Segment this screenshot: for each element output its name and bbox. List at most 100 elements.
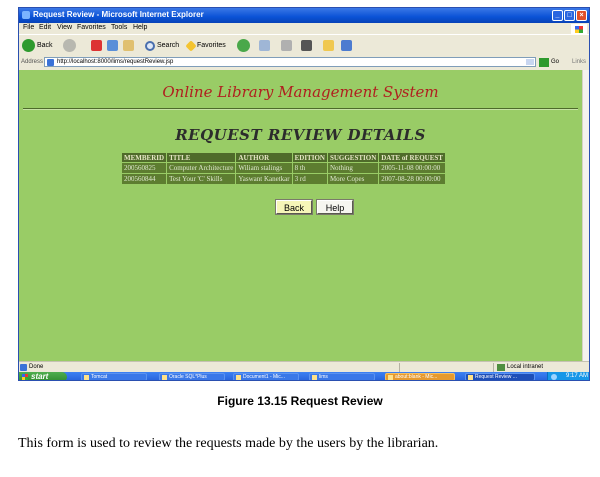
forward-button[interactable] (63, 38, 76, 53)
help-button[interactable]: Help (317, 200, 353, 214)
start-button[interactable]: start (19, 372, 67, 381)
task-sqlplus[interactable]: Oracle SQL*Plus (159, 373, 225, 380)
cell-title: Test Your 'C' Skills (167, 174, 236, 184)
home-button[interactable] (123, 38, 134, 53)
intranet-icon (497, 364, 505, 371)
cell-edition: 3 rd (292, 174, 327, 184)
maximize-button[interactable]: □ (564, 10, 575, 21)
start-label: start (31, 372, 49, 381)
ie-logo-icon (22, 11, 30, 19)
ie-icon (388, 375, 393, 380)
table-row: 200560825 Computer Architecture Wiliam s… (122, 163, 445, 173)
clock: 9:17 AM (565, 373, 588, 379)
back-label: Back (37, 42, 53, 49)
page-icon (47, 59, 54, 66)
cell-title: Computer Architecture (167, 163, 236, 173)
task-label: about:blank - Mic... (395, 374, 438, 380)
task-request-review[interactable]: Request Review ... (465, 373, 535, 380)
menu-view[interactable]: View (57, 24, 72, 31)
go-button[interactable]: Go (539, 57, 569, 67)
toolbar: Back Search Favorites (19, 34, 589, 57)
header-edition: EDITION (292, 153, 327, 162)
page-content: Online Library Management System REQUEST… (19, 70, 582, 361)
cell-memberid: 200560844 (122, 174, 167, 184)
minimize-button[interactable]: _ (552, 10, 563, 21)
task-word[interactable]: Document1 - Mic... (233, 373, 299, 380)
home-icon (123, 40, 134, 51)
word-icon (236, 375, 241, 380)
history-button[interactable] (237, 38, 250, 53)
menu-tools[interactable]: Tools (111, 24, 127, 31)
forward-arrow-icon (63, 39, 76, 52)
mail-icon (259, 40, 270, 51)
stop-button[interactable] (91, 38, 102, 53)
header-memberid: MEMBERID (122, 153, 167, 162)
close-button[interactable]: × (576, 10, 587, 21)
edit-icon (301, 40, 312, 51)
task-label: Tomcat (91, 374, 108, 380)
ie-icon (468, 375, 473, 380)
menu-help[interactable]: Help (133, 24, 147, 31)
tomcat-icon (84, 375, 89, 380)
request-heading: REQUEST REVIEW DETAILS (175, 126, 426, 144)
links-button[interactable]: Links (572, 59, 586, 65)
request-heading-wrap: REQUEST REVIEW DETAILS (19, 126, 582, 145)
cell-suggestion: Nothing (327, 163, 379, 173)
refresh-icon (107, 40, 118, 51)
print-icon (281, 40, 292, 51)
folder-icon (312, 375, 317, 380)
address-dropdown-icon[interactable] (526, 59, 534, 65)
menu-bar: File Edit View Favorites Tools Help (19, 23, 589, 35)
folder-button[interactable] (323, 38, 334, 53)
back-arrow-icon (22, 39, 35, 52)
favorites-button[interactable]: Favorites (185, 38, 226, 53)
header-title: TITLE (167, 153, 236, 162)
task-lims[interactable]: lims (309, 373, 375, 380)
header-suggestion: SUGGESTION (327, 153, 379, 162)
print-button[interactable] (281, 38, 292, 53)
messenger-button[interactable] (341, 38, 352, 53)
task-tomcat[interactable]: Tomcat (81, 373, 147, 380)
search-button[interactable]: Search (145, 38, 179, 53)
system-tray: 9:17 AM (547, 372, 589, 380)
task-label: Request Review ... (475, 374, 517, 380)
back-page-button[interactable]: Back (276, 200, 312, 214)
cell-memberid: 200560825 (122, 163, 167, 173)
mail-button[interactable] (259, 38, 270, 53)
stop-icon (91, 40, 102, 51)
search-label: Search (157, 42, 180, 49)
address-input[interactable]: http://localhost:8000/lims/requestReview… (44, 57, 536, 67)
cell-date: 2007-08-28 00:00:00 (379, 174, 445, 184)
menu-file[interactable]: File (23, 24, 34, 31)
vertical-scrollbar[interactable] (582, 70, 589, 361)
windows-flag-icon (22, 374, 28, 380)
menu-favorites[interactable]: Favorites (77, 24, 106, 31)
figure-caption: Figure 13.15 Request Review (217, 394, 383, 408)
address-url: http://localhost:8000/lims/requestReview… (57, 59, 174, 65)
refresh-button[interactable] (107, 38, 118, 53)
task-about-blank[interactable]: about:blank - Mic... (385, 373, 455, 380)
system-name: Online Library Management System (162, 83, 439, 101)
menu-edit[interactable]: Edit (39, 24, 51, 31)
cell-edition: 8 th (292, 163, 327, 173)
window-title: Request Review - Microsoft Internet Expl… (33, 10, 204, 19)
messenger-icon (341, 40, 352, 51)
cell-author: Wiliam stalings (236, 163, 292, 173)
status-divider (399, 363, 400, 372)
address-label: Address (21, 59, 44, 65)
back-button[interactable]: Back (22, 38, 53, 53)
go-arrow-icon (539, 57, 549, 67)
window-title-bar[interactable]: Request Review - Microsoft Internet Expl… (19, 8, 589, 23)
favorites-star-icon (185, 39, 197, 52)
task-label: Oracle SQL*Plus (169, 374, 207, 380)
browser-screenshot: Request Review - Microsoft Internet Expl… (18, 7, 590, 381)
history-icon (237, 39, 250, 52)
tray-icon[interactable] (551, 374, 557, 380)
cell-author: Yaswant Kanetkar (236, 174, 292, 184)
task-label: Document1 - Mic... (243, 374, 285, 380)
cell-date: 2005-11-08 00:00:00 (379, 163, 445, 173)
header-date: DATE of REQUEST (379, 153, 445, 162)
table-row: 200560844 Test Your 'C' Skills Yaswant K… (122, 174, 445, 184)
edit-button[interactable] (301, 38, 312, 53)
address-bar: Address http://localhost:8000/lims/reque… (19, 56, 589, 69)
